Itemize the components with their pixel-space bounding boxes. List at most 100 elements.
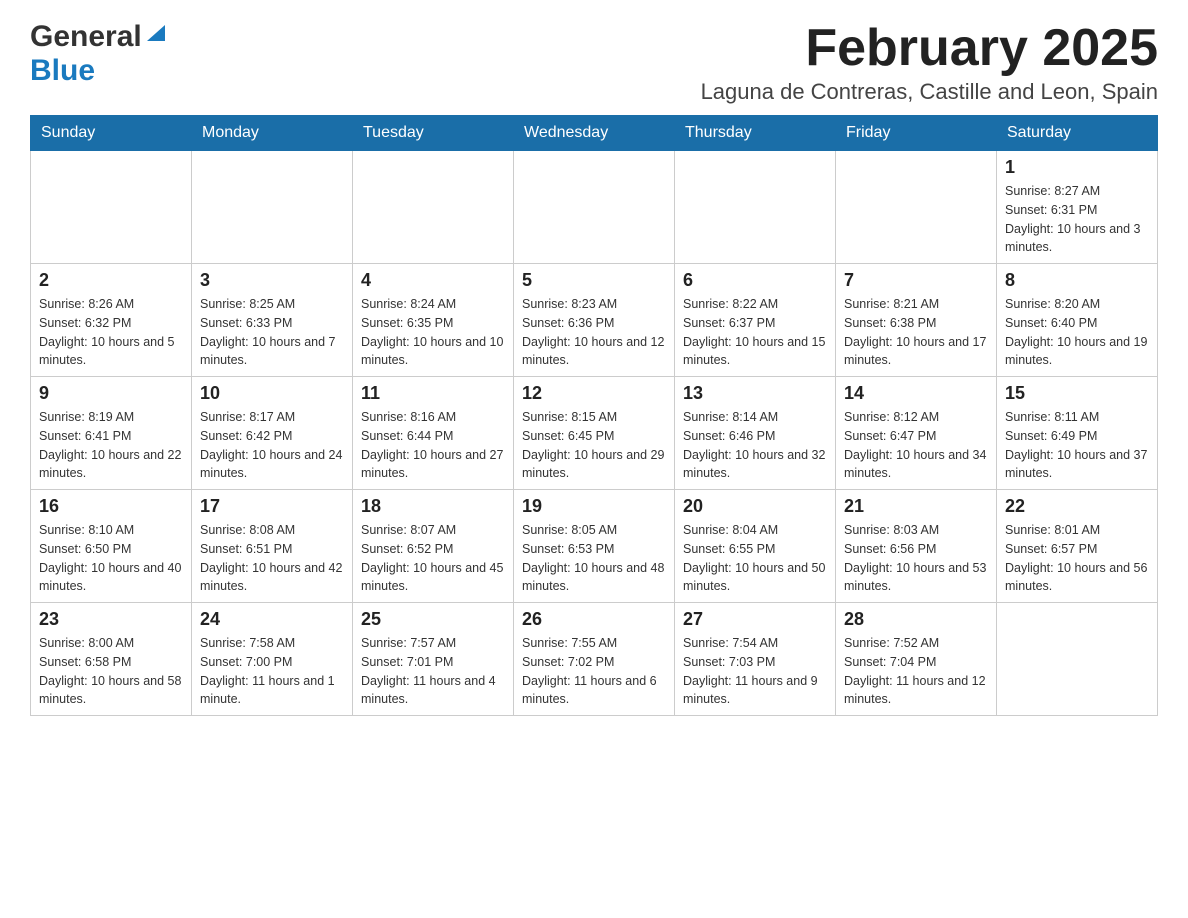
day-info: Sunrise: 8:21 AM Sunset: 6:38 PM Dayligh… xyxy=(844,295,988,370)
day-info: Sunrise: 8:26 AM Sunset: 6:32 PM Dayligh… xyxy=(39,295,183,370)
col-thursday: Thursday xyxy=(675,116,836,151)
calendar-table: Sunday Monday Tuesday Wednesday Thursday… xyxy=(30,115,1158,716)
day-number: 25 xyxy=(361,609,505,630)
day-number: 24 xyxy=(200,609,344,630)
day-number: 21 xyxy=(844,496,988,517)
day-number: 28 xyxy=(844,609,988,630)
day-info: Sunrise: 8:11 AM Sunset: 6:49 PM Dayligh… xyxy=(1005,408,1149,483)
logo-triangle-icon xyxy=(145,23,167,45)
day-number: 10 xyxy=(200,383,344,404)
calendar-cell xyxy=(997,603,1158,716)
day-number: 26 xyxy=(522,609,666,630)
calendar-cell xyxy=(514,151,675,264)
day-info: Sunrise: 7:52 AM Sunset: 7:04 PM Dayligh… xyxy=(844,634,988,709)
day-info: Sunrise: 8:22 AM Sunset: 6:37 PM Dayligh… xyxy=(683,295,827,370)
day-info: Sunrise: 8:16 AM Sunset: 6:44 PM Dayligh… xyxy=(361,408,505,483)
day-number: 14 xyxy=(844,383,988,404)
calendar-cell: 8 Sunrise: 8:20 AM Sunset: 6:40 PM Daylig… xyxy=(997,264,1158,377)
calendar-cell: 21 Sunrise: 8:03 AM Sunset: 6:56 PM Dayli… xyxy=(836,490,997,603)
day-number: 9 xyxy=(39,383,183,404)
day-info: Sunrise: 8:01 AM Sunset: 6:57 PM Dayligh… xyxy=(1005,521,1149,596)
day-number: 15 xyxy=(1005,383,1149,404)
day-number: 4 xyxy=(361,270,505,291)
col-tuesday: Tuesday xyxy=(353,116,514,151)
day-info: Sunrise: 8:03 AM Sunset: 6:56 PM Dayligh… xyxy=(844,521,988,596)
day-info: Sunrise: 8:27 AM Sunset: 6:31 PM Dayligh… xyxy=(1005,182,1149,257)
day-info: Sunrise: 8:24 AM Sunset: 6:35 PM Dayligh… xyxy=(361,295,505,370)
week-row-4: 16 Sunrise: 8:10 AM Sunset: 6:50 PM Dayli… xyxy=(31,490,1158,603)
calendar-cell: 4 Sunrise: 8:24 AM Sunset: 6:35 PM Daylig… xyxy=(353,264,514,377)
day-info: Sunrise: 8:04 AM Sunset: 6:55 PM Dayligh… xyxy=(683,521,827,596)
day-number: 16 xyxy=(39,496,183,517)
calendar-cell: 16 Sunrise: 8:10 AM Sunset: 6:50 PM Dayli… xyxy=(31,490,192,603)
calendar-cell: 22 Sunrise: 8:01 AM Sunset: 6:57 PM Dayli… xyxy=(997,490,1158,603)
title-section: February 2025 Laguna de Contreras, Casti… xyxy=(701,20,1158,105)
location-subtitle: Laguna de Contreras, Castille and Leon, … xyxy=(701,79,1158,105)
day-number: 2 xyxy=(39,270,183,291)
calendar-cell: 3 Sunrise: 8:25 AM Sunset: 6:33 PM Daylig… xyxy=(192,264,353,377)
day-info: Sunrise: 8:17 AM Sunset: 6:42 PM Dayligh… xyxy=(200,408,344,483)
day-info: Sunrise: 7:58 AM Sunset: 7:00 PM Dayligh… xyxy=(200,634,344,709)
calendar-cell: 27 Sunrise: 7:54 AM Sunset: 7:03 PM Dayli… xyxy=(675,603,836,716)
day-number: 27 xyxy=(683,609,827,630)
day-info: Sunrise: 8:12 AM Sunset: 6:47 PM Dayligh… xyxy=(844,408,988,483)
day-info: Sunrise: 8:14 AM Sunset: 6:46 PM Dayligh… xyxy=(683,408,827,483)
week-row-1: 1 Sunrise: 8:27 AM Sunset: 6:31 PM Daylig… xyxy=(31,151,1158,264)
calendar-cell: 2 Sunrise: 8:26 AM Sunset: 6:32 PM Daylig… xyxy=(31,264,192,377)
day-info: Sunrise: 8:15 AM Sunset: 6:45 PM Dayligh… xyxy=(522,408,666,483)
day-number: 1 xyxy=(1005,157,1149,178)
logo: General Blue xyxy=(30,20,167,88)
day-number: 7 xyxy=(844,270,988,291)
calendar-cell: 23 Sunrise: 8:00 AM Sunset: 6:58 PM Dayli… xyxy=(31,603,192,716)
calendar-cell: 25Sunrise: 7:57 AM Sunset: 7:01 PM Dayli… xyxy=(353,603,514,716)
calendar-cell: 15 Sunrise: 8:11 AM Sunset: 6:49 PM Dayli… xyxy=(997,377,1158,490)
calendar-cell: 18 Sunrise: 8:07 AM Sunset: 6:52 PM Dayli… xyxy=(353,490,514,603)
col-saturday: Saturday xyxy=(997,116,1158,151)
day-info: Sunrise: 8:05 AM Sunset: 6:53 PM Dayligh… xyxy=(522,521,666,596)
calendar-cell: 1 Sunrise: 8:27 AM Sunset: 6:31 PM Daylig… xyxy=(997,151,1158,264)
calendar-cell xyxy=(836,151,997,264)
calendar-cell: 24 Sunrise: 7:58 AM Sunset: 7:00 PM Dayli… xyxy=(192,603,353,716)
calendar-cell: 14 Sunrise: 8:12 AM Sunset: 6:47 PM Dayli… xyxy=(836,377,997,490)
day-info: Sunrise: 8:23 AM Sunset: 6:36 PM Dayligh… xyxy=(522,295,666,370)
week-row-2: 2 Sunrise: 8:26 AM Sunset: 6:32 PM Daylig… xyxy=(31,264,1158,377)
col-wednesday: Wednesday xyxy=(514,116,675,151)
calendar-cell: 11Sunrise: 8:16 AM Sunset: 6:44 PM Dayli… xyxy=(353,377,514,490)
calendar-cell: 28 Sunrise: 7:52 AM Sunset: 7:04 PM Dayli… xyxy=(836,603,997,716)
day-number: 3 xyxy=(200,270,344,291)
day-info: Sunrise: 8:19 AM Sunset: 6:41 PM Dayligh… xyxy=(39,408,183,483)
calendar-cell: 6Sunrise: 8:22 AM Sunset: 6:37 PM Daylig… xyxy=(675,264,836,377)
day-number: 22 xyxy=(1005,496,1149,517)
day-info: Sunrise: 8:20 AM Sunset: 6:40 PM Dayligh… xyxy=(1005,295,1149,370)
calendar-cell: 12Sunrise: 8:15 AM Sunset: 6:45 PM Dayli… xyxy=(514,377,675,490)
day-number: 8 xyxy=(1005,270,1149,291)
day-number: 20 xyxy=(683,496,827,517)
month-title: February 2025 xyxy=(701,20,1158,77)
col-sunday: Sunday xyxy=(31,116,192,151)
calendar-cell: 9 Sunrise: 8:19 AM Sunset: 6:41 PM Daylig… xyxy=(31,377,192,490)
day-number: 18 xyxy=(361,496,505,517)
week-row-5: 23 Sunrise: 8:00 AM Sunset: 6:58 PM Dayli… xyxy=(31,603,1158,716)
calendar-cell: 26 Sunrise: 7:55 AM Sunset: 7:02 PM Dayli… xyxy=(514,603,675,716)
calendar-cell xyxy=(675,151,836,264)
calendar-header-row: Sunday Monday Tuesday Wednesday Thursday… xyxy=(31,116,1158,151)
calendar-cell xyxy=(31,151,192,264)
calendar-cell: 17Sunrise: 8:08 AM Sunset: 6:51 PM Dayli… xyxy=(192,490,353,603)
day-info: Sunrise: 7:54 AM Sunset: 7:03 PM Dayligh… xyxy=(683,634,827,709)
day-info: Sunrise: 8:10 AM Sunset: 6:50 PM Dayligh… xyxy=(39,521,183,596)
day-number: 23 xyxy=(39,609,183,630)
logo-blue-text: Blue xyxy=(30,54,95,87)
col-monday: Monday xyxy=(192,116,353,151)
day-info: Sunrise: 8:00 AM Sunset: 6:58 PM Dayligh… xyxy=(39,634,183,709)
day-number: 17 xyxy=(200,496,344,517)
day-info: Sunrise: 8:07 AM Sunset: 6:52 PM Dayligh… xyxy=(361,521,505,596)
week-row-3: 9 Sunrise: 8:19 AM Sunset: 6:41 PM Daylig… xyxy=(31,377,1158,490)
calendar-cell: 13Sunrise: 8:14 AM Sunset: 6:46 PM Dayli… xyxy=(675,377,836,490)
day-info: Sunrise: 8:25 AM Sunset: 6:33 PM Dayligh… xyxy=(200,295,344,370)
day-info: Sunrise: 7:55 AM Sunset: 7:02 PM Dayligh… xyxy=(522,634,666,709)
calendar-cell xyxy=(192,151,353,264)
calendar-cell: 19Sunrise: 8:05 AM Sunset: 6:53 PM Dayli… xyxy=(514,490,675,603)
calendar-cell: 7 Sunrise: 8:21 AM Sunset: 6:38 PM Daylig… xyxy=(836,264,997,377)
calendar-cell: 5 Sunrise: 8:23 AM Sunset: 6:36 PM Daylig… xyxy=(514,264,675,377)
day-number: 5 xyxy=(522,270,666,291)
